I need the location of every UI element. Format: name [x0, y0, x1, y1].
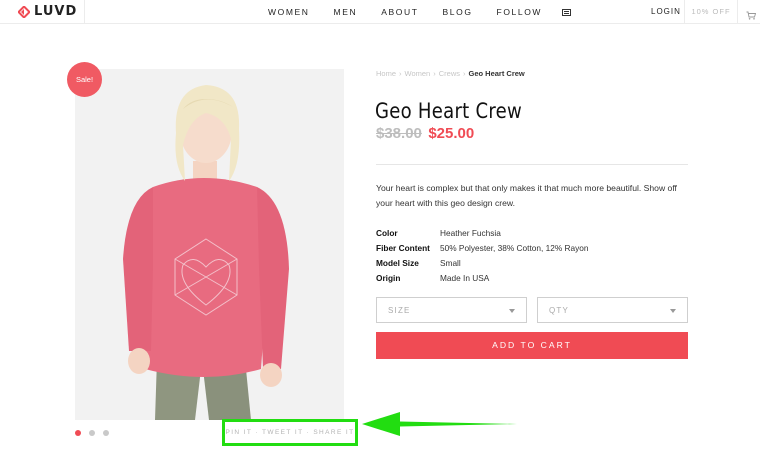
spec-row-model-size: Model Size Small — [376, 256, 589, 271]
product-description: Your heart is complex but that only make… — [376, 183, 677, 208]
spec-label: Color — [376, 228, 398, 238]
breadcrumb-separator: › — [433, 69, 436, 78]
product-title: Geo Heart Crew — [375, 99, 523, 123]
spec-value: Small — [440, 258, 461, 268]
breadcrumb-home[interactable]: Home — [376, 69, 396, 78]
nav-item-blog[interactable]: BLOG — [443, 7, 473, 17]
spec-row-color: Color Heather Fuchsia — [376, 226, 589, 241]
site-header: LUVD WOMEN MEN ABOUT BLOG FOLLOW LOGIN 1… — [0, 0, 760, 24]
carousel-dots — [75, 430, 117, 436]
nav-item-about[interactable]: ABOUT — [381, 7, 418, 17]
header-divider — [84, 0, 85, 24]
promo-badge[interactable]: 10% OFF — [684, 0, 738, 24]
chevron-down-icon — [509, 309, 515, 313]
nav-item-follow[interactable]: FOLLOW — [497, 7, 543, 17]
breadcrumb-separator: › — [463, 69, 466, 78]
spec-row-origin: Origin Made In USA — [376, 271, 589, 286]
share-links-highlight: PIN IT · TWEET IT · SHARE IT — [222, 419, 358, 446]
spec-value: Heather Fuchsia — [440, 228, 501, 238]
breadcrumb-separator: › — [399, 69, 402, 78]
spec-label: Fiber Content — [376, 243, 430, 253]
breadcrumb-current: Geo Heart Crew — [468, 69, 525, 78]
spec-row-fiber: Fiber Content 50% Polyester, 38% Cotton,… — [376, 241, 589, 256]
share-links[interactable]: PIN IT · TWEET IT · SHARE IT — [225, 429, 354, 436]
carousel-dot-2[interactable] — [89, 430, 95, 436]
breadcrumb: Home › Women › Crews › Geo Heart Crew — [376, 69, 525, 78]
original-price: $38.00 — [376, 125, 422, 142]
qty-select-label: QTY — [549, 306, 570, 315]
breadcrumb-women[interactable]: Women — [405, 69, 431, 78]
nav-item-women[interactable]: WOMEN — [268, 7, 310, 17]
sale-badge: Sale! — [67, 62, 102, 97]
size-select-label: SIZE — [388, 306, 411, 315]
menu-card-icon[interactable] — [562, 8, 572, 16]
logo-text: LUVD — [34, 4, 78, 19]
main-nav: WOMEN MEN ABOUT BLOG FOLLOW — [268, 0, 572, 24]
spec-label: Model Size — [376, 258, 419, 268]
price-block: $38.00 $25.00 — [376, 125, 474, 143]
spec-label: Origin — [376, 273, 401, 283]
sale-price: $25.00 — [428, 125, 475, 142]
divider — [376, 164, 688, 165]
add-to-cart-button[interactable]: ADD TO CART — [376, 332, 688, 359]
cart-icon[interactable] — [746, 7, 757, 25]
carousel-dot-1[interactable] — [75, 430, 81, 436]
green-arrow-annotation — [360, 408, 520, 445]
login-link[interactable]: LOGIN — [651, 0, 681, 24]
spec-value: 50% Polyester, 38% Cotton, 12% Rayon — [440, 243, 589, 253]
logo[interactable]: LUVD — [18, 4, 77, 19]
nav-item-men[interactable]: MEN — [334, 7, 358, 17]
chevron-down-icon — [670, 309, 676, 313]
product-photo[interactable] — [75, 69, 344, 420]
logo-diamond-icon — [18, 5, 30, 18]
size-select[interactable]: SIZE — [376, 297, 527, 323]
spec-value: Made In USA — [440, 273, 490, 283]
carousel-dot-3[interactable] — [103, 430, 109, 436]
breadcrumb-crews[interactable]: Crews — [439, 69, 460, 78]
spec-list: Color Heather Fuchsia Fiber Content 50% … — [376, 226, 589, 286]
qty-select[interactable]: QTY — [537, 297, 688, 323]
